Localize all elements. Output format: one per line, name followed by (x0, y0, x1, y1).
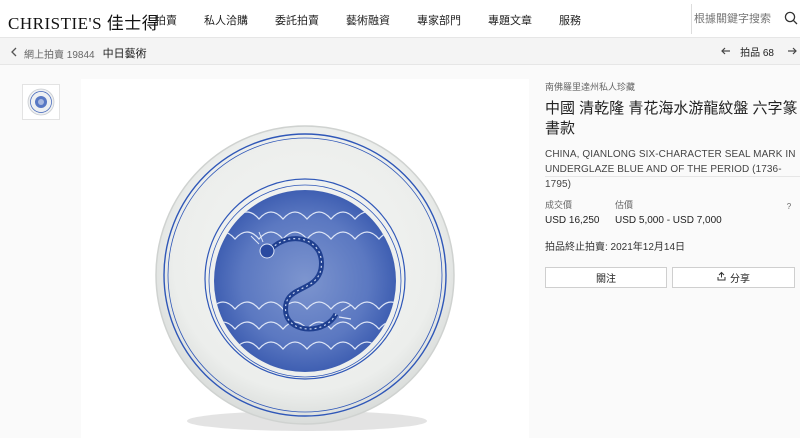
top-navigation-bar: CHRISTIE'S 佳士得 拍賣 私人洽購 委託拍賣 藝術融資 專家部門 專題… (0, 0, 800, 38)
lot-navigation: 拍品 68 (718, 44, 800, 59)
nav-item-consign[interactable]: 委託拍賣 (275, 12, 319, 28)
follow-button-label: 關注 (596, 274, 616, 285)
lot-number: 拍品 68 (740, 48, 774, 59)
estimate-label: 估價 (615, 200, 634, 210)
arrow-left-icon[interactable] (718, 46, 734, 58)
main-nav: 拍賣 私人洽購 委託拍賣 藝術融資 專家部門 專題文章 服務 (155, 12, 608, 28)
nav-item-auctions[interactable]: 拍賣 (155, 12, 177, 28)
auction-end-date: 拍品終止拍賣: 2021年12月14日 (545, 242, 686, 253)
nav-item-services[interactable]: 服務 (559, 12, 581, 28)
lot-image[interactable] (81, 79, 529, 438)
nav-item-finance[interactable]: 藝術融資 (346, 12, 390, 28)
divider (545, 176, 800, 177)
share-button[interactable]: 分享 (672, 267, 795, 288)
lot-thumbnail[interactable] (22, 84, 60, 120)
search-input[interactable] (692, 13, 782, 25)
nav-item-private-sales[interactable]: 私人洽購 (204, 12, 248, 28)
help-icon[interactable]: ? (784, 202, 794, 212)
arrow-right-icon[interactable] (784, 46, 800, 58)
share-icon (717, 271, 726, 284)
breadcrumb: 網上拍賣 19844 中日藝術 (10, 45, 147, 61)
estimate: 估價 USD 5,000 - USD 7,000 (615, 198, 722, 226)
christies-logo[interactable]: CHRISTIE'S 佳士得 (8, 9, 159, 34)
nav-item-stories[interactable]: 專題文章 (488, 12, 532, 28)
share-button-label: 分享 (730, 274, 750, 285)
blue-and-white-dragon-dish-image (155, 125, 455, 431)
breadcrumb-sale-link[interactable]: 網上拍賣 19844 (24, 46, 95, 61)
sold-price-value: USD 16,250 (545, 215, 600, 226)
follow-button[interactable]: 關注 (545, 267, 667, 288)
sub-header-bar: 網上拍賣 19844 中日藝術 拍品 68 (0, 38, 800, 65)
search-icon[interactable] (784, 11, 798, 30)
sold-price-label: 成交價 (545, 200, 573, 210)
lot-title-english: CHINA, QIANLONG SIX-CHARACTER SEAL MARK … (545, 149, 796, 190)
lot-title-chinese: 中國 清乾隆 青花海水游龍紋盤 六字篆書款 (545, 100, 798, 137)
chevron-left-icon[interactable] (10, 47, 22, 60)
collection-name: 南佛羅里達州私人珍藏 (545, 82, 636, 92)
nav-item-departments[interactable]: 專家部門 (417, 12, 461, 28)
estimate-value: USD 5,000 - USD 7,000 (615, 215, 722, 226)
breadcrumb-category[interactable]: 中日藝術 (103, 45, 147, 61)
search-box (691, 4, 800, 34)
sold-price: 成交價 USD 16,250 (545, 198, 599, 226)
